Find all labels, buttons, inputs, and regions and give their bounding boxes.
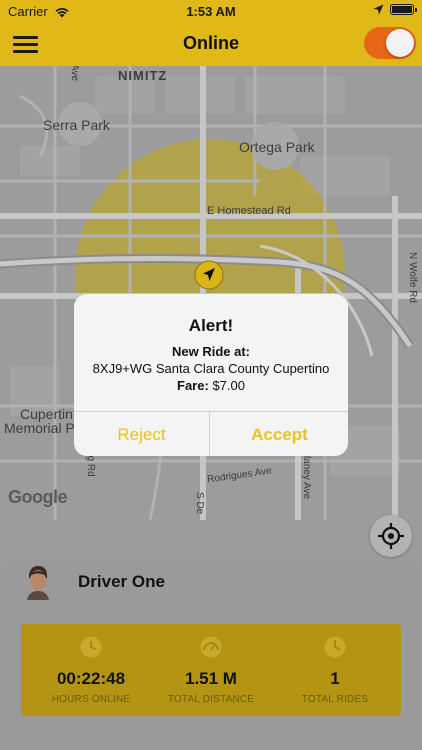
stat-label: TOTAL RIDES: [301, 694, 369, 705]
page-title: Online: [182, 33, 239, 53]
new-ride-alert: Alert! New Ride at: 8XJ9+WG Santa Clara …: [74, 294, 348, 456]
accept-button[interactable]: Accept: [211, 412, 348, 456]
map-label-ave-top: Ave: [69, 66, 80, 82]
map-label-cupertino-memorial-2: Memorial P: [4, 420, 75, 436]
online-toggle[interactable]: [364, 27, 416, 59]
stat-total-distance: 1.51 M TOTAL DISTANCE: [151, 624, 271, 705]
reject-button[interactable]: Reject: [74, 412, 210, 456]
map-label-wolfe: N Wolfe Rd: [407, 252, 418, 303]
stat-total-rides: 1 TOTAL RIDES: [275, 624, 395, 705]
stat-label: TOTAL DISTANCE: [167, 694, 255, 705]
alert-new-ride-label: New Ride at:: [171, 344, 250, 359]
alert-fare-value: $7.00: [212, 378, 245, 393]
alert-buttons: Reject Accept: [74, 411, 348, 456]
alert-title: Alert!: [188, 316, 234, 335]
nav-bar: Online: [0, 22, 422, 66]
stat-value: 1: [330, 669, 340, 688]
map-label-ortega-park: Ortega Park: [239, 139, 315, 155]
alert-fare-label: Fare:: [177, 378, 209, 393]
crosshair-icon: [378, 523, 404, 549]
map-label-homestead: E Homestead Rd: [207, 205, 291, 217]
status-bar: Carrier 1:53 AM: [0, 0, 422, 22]
stat-value: 1.51 M: [185, 669, 237, 688]
toggle-knob: [386, 29, 414, 57]
recenter-button[interactable]: [370, 515, 412, 557]
alert-message: New Ride at: 8XJ9+WG Santa Clara County …: [74, 343, 348, 394]
map-label-nimitz: NIMITZ: [118, 68, 168, 83]
clock-icon: [324, 636, 346, 658]
driver-name: Driver One: [78, 572, 165, 591]
clock-icon: [80, 636, 102, 658]
stat-hours-online: 00:22:48 HOURS ONLINE: [31, 624, 151, 705]
alert-address: 8XJ9+WG Santa Clara County Cupertino: [92, 361, 330, 376]
hamburger-menu-icon[interactable]: [13, 34, 38, 54]
map-label-sde: S De: [194, 492, 205, 515]
location-arrow-icon: [373, 4, 384, 15]
navigation-arrow-icon: [194, 260, 224, 290]
map-label-serra-park: Serra Park: [43, 117, 110, 133]
stat-value: 00:22:48: [56, 669, 126, 688]
speedometer-icon: [200, 636, 222, 658]
status-time: 1:53 AM: [186, 4, 236, 19]
map-label-blaney: laney Ave: [301, 456, 312, 500]
battery-icon: [390, 4, 417, 15]
driver-avatar: [23, 564, 53, 600]
google-logo: Google: [8, 487, 68, 507]
stat-label: HOURS ONLINE: [51, 694, 131, 705]
stats-card: 00:22:48 HOURS ONLINE 1.51 M TOTAL DISTA…: [21, 624, 401, 716]
